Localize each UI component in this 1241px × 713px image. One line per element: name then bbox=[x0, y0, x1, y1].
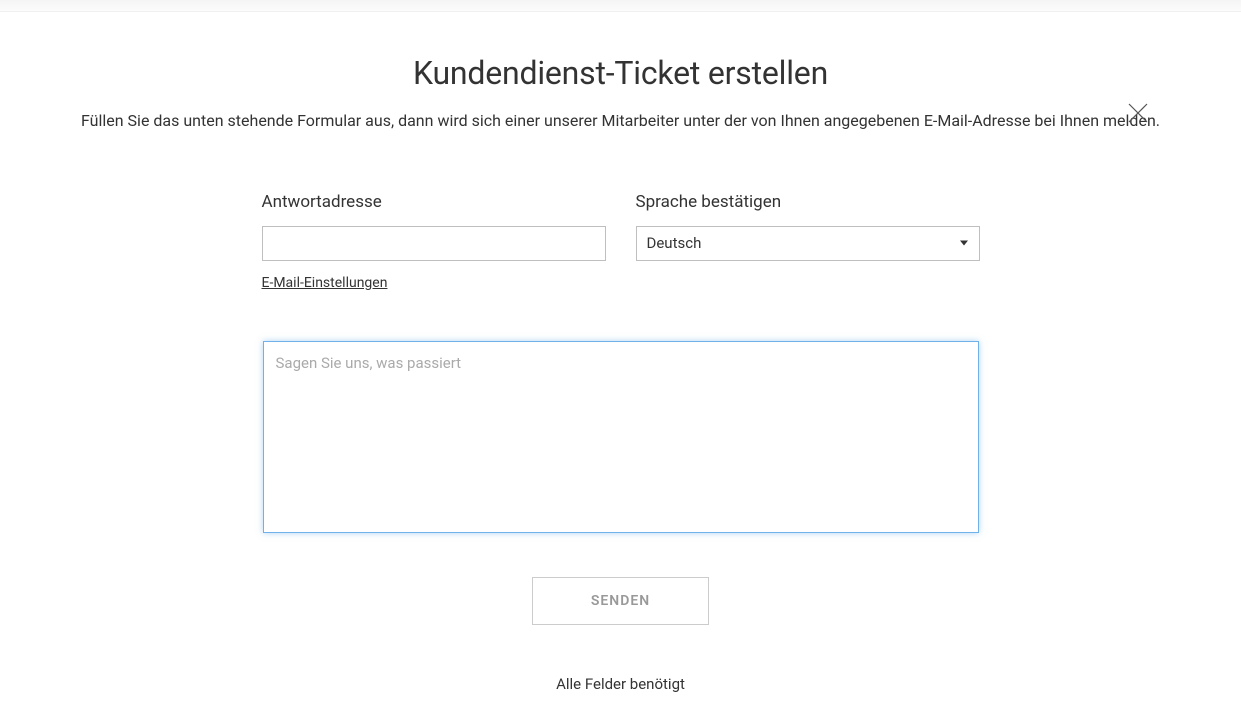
reply-address-input[interactable] bbox=[262, 226, 606, 261]
ticket-form-container: Kundendienst-Ticket erstellen Füllen Sie… bbox=[38, 54, 1203, 713]
close-icon bbox=[1127, 112, 1149, 127]
language-group: Sprache bestätigen Deutsch bbox=[636, 192, 980, 291]
language-select-wrap: Deutsch bbox=[636, 226, 980, 261]
language-select[interactable]: Deutsch bbox=[636, 226, 980, 261]
reply-address-group: Antwortadresse E-Mail-Einstellungen bbox=[262, 192, 606, 291]
reply-address-label: Antwortadresse bbox=[262, 192, 606, 212]
required-note: Alle Felder benötigt bbox=[78, 675, 1163, 713]
form-row: Antwortadresse E-Mail-Einstellungen Spra… bbox=[78, 192, 1163, 291]
close-button[interactable] bbox=[1127, 102, 1149, 124]
message-textarea[interactable] bbox=[263, 341, 979, 533]
page-subtitle: Füllen Sie das unten stehende Formular a… bbox=[81, 110, 1161, 132]
submit-wrap: SENDEN bbox=[78, 577, 1163, 625]
language-label: Sprache bestätigen bbox=[636, 192, 980, 212]
message-group bbox=[263, 341, 979, 537]
email-settings-link[interactable]: E-Mail-Einstellungen bbox=[262, 275, 388, 291]
submit-button[interactable]: SENDEN bbox=[532, 577, 709, 625]
top-strip bbox=[0, 0, 1241, 12]
page-title: Kundendienst-Ticket erstellen bbox=[78, 54, 1163, 92]
